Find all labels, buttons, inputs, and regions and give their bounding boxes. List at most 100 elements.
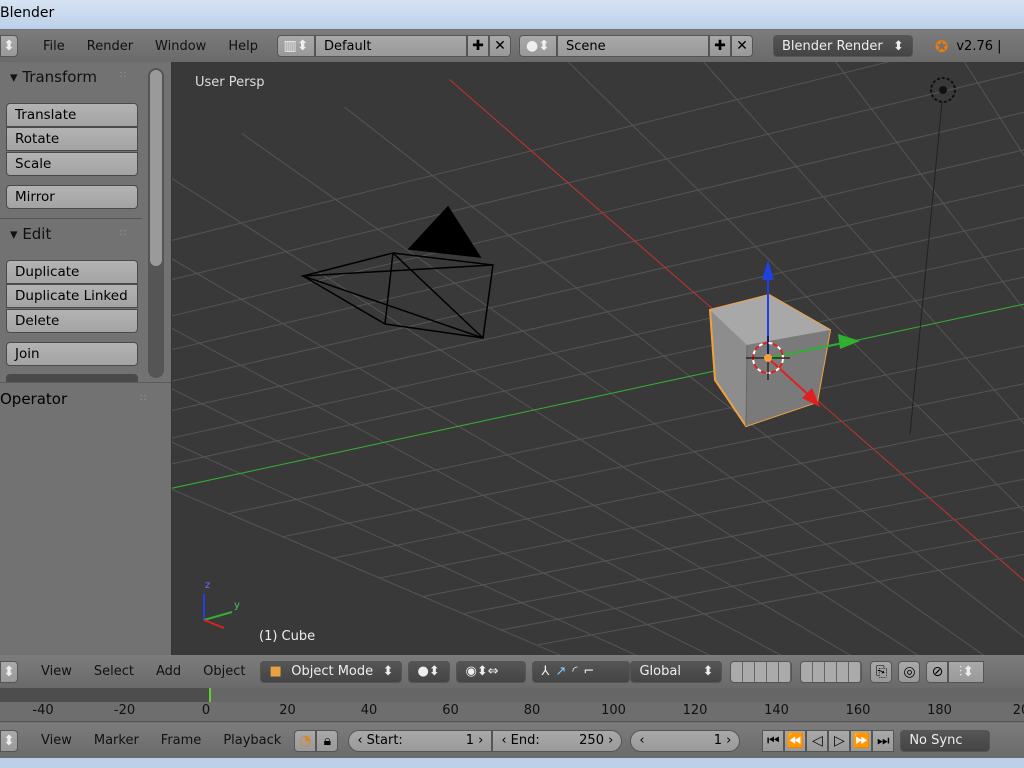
snap-element-icon[interactable]: ⫶⬍ (948, 660, 985, 683)
timeline-tick-label: 20 (279, 703, 296, 718)
menu-marker[interactable]: Marker (83, 733, 150, 748)
timeline-tick-label: 180 (927, 703, 952, 718)
menu-select[interactable]: Select (83, 664, 145, 679)
viewport-shading-dropdown[interactable]: ●⬍ (408, 660, 451, 683)
menu-playback[interactable]: Playback (212, 733, 292, 748)
timeline-tick-label: 80 (523, 703, 541, 718)
transform-panel-header[interactable]: ▾ Transform (10, 68, 97, 86)
jump-keyframe-back-icon[interactable]: ⏪ (784, 729, 807, 752)
scene-icon[interactable]: ●⬍ (518, 35, 557, 57)
timeline-tick-label: 20 (1012, 703, 1024, 718)
rotate-button[interactable]: Rotate (6, 127, 138, 151)
gizmo-y-label: y (234, 600, 240, 611)
add-screen-icon[interactable]: ✚ (466, 35, 489, 57)
menu-add[interactable]: Add (145, 664, 192, 679)
timeline-range[interactable] (0, 688, 1024, 702)
jump-end-icon[interactable]: ⏭ (872, 729, 895, 752)
delete-button[interactable]: Delete (6, 309, 138, 333)
editor-type-button[interactable]: ⬍ (0, 729, 18, 752)
window-title: Blender (0, 5, 55, 21)
3d-viewport[interactable]: User Persp z y (1) Cube (172, 62, 1024, 655)
gizmo-z-label: z (205, 580, 211, 591)
join-button[interactable]: Join (6, 342, 138, 366)
menu-frame[interactable]: Frame (150, 733, 213, 748)
menu-help[interactable]: Help (217, 39, 269, 54)
menu-view[interactable]: View (30, 733, 83, 748)
menu-render[interactable]: Render (76, 39, 144, 54)
axis-gizmo (203, 594, 233, 629)
operator-panel: Operator ∷ (0, 382, 171, 655)
sync-dropdown[interactable]: No Sync (900, 729, 991, 752)
render-engine-value: Blender Render (781, 38, 883, 54)
mirror-button[interactable]: Mirror (6, 185, 138, 209)
remove-screen-icon[interactable]: ✕ (488, 35, 511, 57)
add-scene-icon[interactable]: ✚ (708, 35, 731, 57)
rotate-manipulator-icon: ◜ (572, 664, 578, 679)
scrollbar-thumb[interactable] (150, 70, 162, 266)
taskbar-strip (0, 758, 1024, 768)
screen-layout-field[interactable]: Default (314, 35, 467, 57)
jump-start-icon[interactable]: ⏮ (762, 729, 785, 752)
drag-handle-icon[interactable]: ∷ (120, 70, 126, 81)
pivot-point-dropdown[interactable]: ◉⬍⇔ (456, 660, 527, 683)
layer-buttons-2[interactable] (800, 660, 863, 683)
duplicate-linked-button[interactable]: Duplicate Linked (6, 284, 138, 308)
duplicate-button[interactable]: Duplicate (6, 260, 138, 284)
jump-keyframe-forward-icon[interactable]: ⏩ (850, 729, 873, 752)
object-label: (1) Cube (259, 629, 316, 644)
set-origin-button[interactable] (6, 374, 138, 382)
timeline-tick-label: 40 (360, 703, 378, 718)
scene-name: Scene (565, 38, 606, 54)
scrollbar-track[interactable] (148, 68, 164, 378)
edit-panel-header[interactable]: ▾ Edit (10, 225, 51, 243)
timeline-header: ⬍ View Marker Frame Playback ◔ 🔒︎ ‹ Star… (0, 723, 1024, 758)
play-icon[interactable]: ▷ (828, 729, 851, 752)
menu-window[interactable]: Window (144, 39, 217, 54)
current-frame-field[interactable]: ‹ 1 › (630, 729, 741, 752)
editor-type-button[interactable]: ⬍ (0, 35, 18, 57)
manipulator-toggles[interactable]: ⅄ ↗ ◜ ⌐ (532, 660, 631, 683)
timeline-tick-label: 60 (442, 703, 459, 718)
lamp-object[interactable] (930, 77, 956, 103)
menu-object[interactable]: Object (192, 664, 256, 679)
drag-handle-icon[interactable]: ∷ (140, 393, 146, 404)
start-frame-field[interactable]: ‹ Start: 1 › (348, 729, 493, 752)
drag-handle-icon[interactable]: ∷ (120, 228, 126, 239)
auto-keying-icon[interactable]: ◔ (294, 729, 317, 752)
timeline-tick-label: 120 (682, 703, 708, 718)
menu-file[interactable]: File (32, 39, 76, 54)
info-header: ⬍ File Render Window Help ▥⬍ Default ✚ ✕… (0, 30, 1024, 62)
screen-layout-icon[interactable]: ▥⬍ (276, 35, 315, 57)
remove-scene-icon[interactable]: ✕ (730, 35, 753, 57)
menu-view[interactable]: View (30, 664, 83, 679)
camera-object[interactable] (300, 205, 494, 340)
timeline-tick-label: -20 (113, 703, 136, 718)
timeline-tick-label: 0 (201, 703, 211, 718)
editor-type-button[interactable]: ⬍ (0, 660, 18, 683)
current-frame-marker[interactable] (209, 688, 211, 702)
timeline-tick-label: -40 (32, 703, 54, 718)
lock-layers-icon[interactable]: ⎘ (870, 660, 893, 683)
divider (0, 218, 142, 219)
end-frame-field[interactable]: ‹ End: 250 › (492, 729, 623, 752)
orientation-dropdown[interactable]: Global ⬍ (630, 660, 723, 683)
timeline-tick-label: 100 (601, 703, 626, 718)
proportional-edit-icon[interactable]: ⊘ (926, 660, 949, 683)
render-engine-dropdown[interactable]: Blender Render ⬍ (772, 35, 913, 57)
translate-manipulator-icon: ↗ (555, 664, 567, 679)
scene-field[interactable]: Scene (556, 35, 709, 57)
sync-value: No Sync (909, 733, 963, 748)
mode-dropdown[interactable]: ■ Object Mode ⬍ (260, 660, 403, 683)
lock-icon[interactable]: 🔒︎ (316, 729, 339, 752)
mode-value: Object Mode (291, 664, 374, 679)
translate-button[interactable]: Translate (6, 103, 138, 127)
timeline-ruler[interactable]: -40 -20 0 20 40 60 80 100 120 140 160 180 20 (0, 702, 1024, 722)
render-preview-icon[interactable]: ◎ (898, 660, 921, 683)
cube-icon: ■ (269, 664, 282, 679)
scale-button[interactable]: Scale (6, 152, 138, 176)
operator-title: Operator (0, 390, 68, 408)
layer-buttons-1[interactable] (730, 660, 793, 683)
play-reverse-icon[interactable]: ◁ (806, 729, 829, 752)
version-label: v2.76 | (956, 38, 1002, 54)
view-label: User Persp (195, 75, 265, 90)
